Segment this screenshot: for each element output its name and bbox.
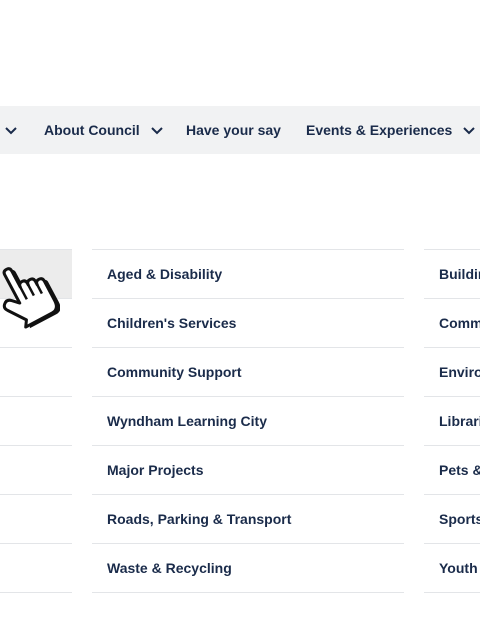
main-navigation: About Council Have your say Events & Exp…: [0, 106, 480, 154]
nav-about-council-label: About Council: [44, 122, 140, 138]
nav-events-experiences-label: Events & Experiences: [306, 122, 453, 138]
menu-item-label: Wyndham Learning City: [107, 413, 267, 429]
nav-events-experiences[interactable]: Events & Experiences: [306, 106, 476, 154]
menu-item-label: Roads, Parking & Transport: [107, 511, 292, 527]
menu-column-right: Buildin Comm Enviro Librari Pets & Sport…: [424, 249, 480, 593]
menu-item-label: Community Support: [107, 364, 242, 380]
menu-item-left-6[interactable]: [0, 494, 72, 543]
menu-item-left-7[interactable]: [0, 543, 72, 593]
menu-item-aged-disability[interactable]: Aged & Disability: [92, 249, 404, 298]
menu-item-label: Youth: [439, 560, 478, 576]
menu-item-left-5[interactable]: [0, 445, 72, 494]
menu-item-community-support[interactable]: Community Support: [92, 347, 404, 396]
menu-item-label: Sports: [439, 511, 480, 527]
menu-item-label: Major Projects: [107, 462, 204, 478]
nav-about-council[interactable]: About Council: [44, 106, 164, 154]
hand-pointer-icon: [2, 267, 60, 329]
menu-item-wyndham-learning-city[interactable]: Wyndham Learning City: [92, 396, 404, 445]
chevron-down-icon: [4, 123, 18, 137]
chevron-down-icon: [462, 123, 476, 137]
menu-item-sports[interactable]: Sports: [424, 494, 480, 543]
menu-item-label: Pets &: [439, 462, 480, 478]
menu-item-environment[interactable]: Enviro: [424, 347, 480, 396]
nav-previous-dropdown[interactable]: [4, 106, 18, 154]
menu-item-label: Waste & Recycling: [107, 560, 232, 576]
menu-item-left-3[interactable]: [0, 347, 72, 396]
menu-item-pets[interactable]: Pets &: [424, 445, 480, 494]
menu-item-label: Enviro: [439, 364, 480, 380]
menu-item-roads-parking-transport[interactable]: Roads, Parking & Transport: [92, 494, 404, 543]
nav-have-your-say-label: Have your say: [186, 122, 281, 138]
menu-item-label: Aged & Disability: [107, 266, 223, 282]
menu-item-major-projects[interactable]: Major Projects: [92, 445, 404, 494]
chevron-down-icon: [150, 123, 164, 137]
menu-item-building[interactable]: Buildin: [424, 249, 480, 298]
page: About Council Have your say Events & Exp…: [0, 0, 480, 630]
menu-item-youth[interactable]: Youth: [424, 543, 480, 593]
menu-item-label: Children's Services: [107, 315, 237, 331]
menu-item-community[interactable]: Comm: [424, 298, 480, 347]
menu-item-childrens-services[interactable]: Children's Services: [92, 298, 404, 347]
menu-item-left-4[interactable]: [0, 396, 72, 445]
menu-item-libraries[interactable]: Librari: [424, 396, 480, 445]
menu-item-label: Librari: [439, 413, 480, 429]
menu-column-services: Aged & Disability Children's Services Co…: [92, 249, 404, 593]
menu-item-label: Buildin: [439, 266, 480, 282]
menu-item-label: Comm: [439, 315, 480, 331]
nav-have-your-say[interactable]: Have your say: [186, 106, 281, 154]
menu-item-waste-recycling[interactable]: Waste & Recycling: [92, 543, 404, 593]
